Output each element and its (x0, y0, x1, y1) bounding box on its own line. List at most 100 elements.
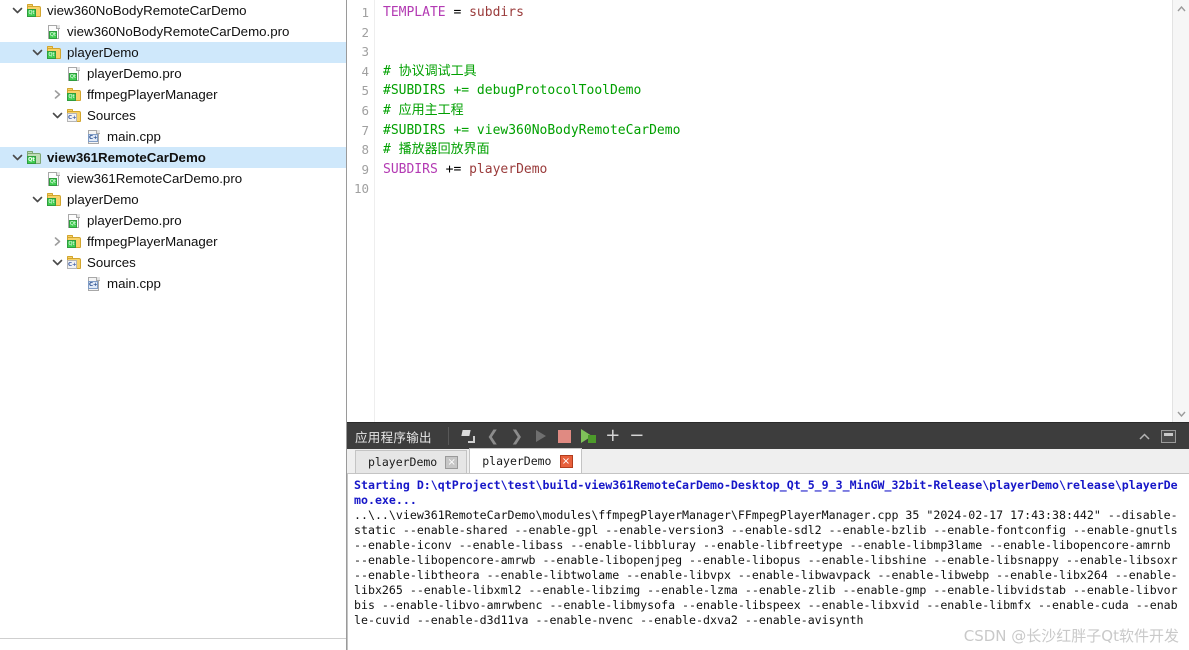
qt-creator-window: Qt view360NoBodyRemoteCarDemo Qt view360NoB… (0, 0, 1189, 650)
tree-item-view360nobodyremotecardemo-pro[interactable]: Qt view360NoBodyRemoteCarDemo.pro (0, 21, 346, 42)
cpp-sources-folder-icon: C+ (66, 108, 82, 124)
chevron-down-icon[interactable] (28, 42, 46, 63)
code-line: #SUBDIRS += view360NoBodyRemoteCarDemo (383, 121, 1172, 141)
tree-item-label: Sources (87, 255, 136, 270)
scroll-down-arrow-icon[interactable] (1173, 405, 1189, 422)
tree-item-main-cpp[interactable]: C+ main.cpp (0, 273, 346, 294)
tree-item-playerdemo[interactable]: Qt playerDemo (0, 189, 346, 210)
play-icon (535, 430, 546, 442)
tree-item-label: playerDemo.pro (87, 213, 182, 228)
output-panel-title: 应用程序输出 (355, 430, 432, 445)
zoom-in-button[interactable]: + (602, 425, 624, 447)
tree-item-sources[interactable]: C+ Sources (0, 252, 346, 273)
tree-item-playerdemo[interactable]: Qt playerDemo (0, 42, 346, 63)
broom-icon (461, 429, 476, 444)
clear-output-button[interactable] (458, 425, 480, 447)
chevron-right-icon[interactable] (48, 84, 66, 105)
scroll-up-arrow-icon[interactable] (1173, 0, 1189, 17)
code-token: #SUBDIRS += view360NoBodyRemoteCarDemo (383, 122, 681, 138)
output-tab-label: playerDemo (368, 455, 438, 469)
tree-item-view360nobodyremotecardemo[interactable]: Qt view360NoBodyRemoteCarDemo (0, 0, 346, 21)
tree-item-label: playerDemo (67, 45, 139, 60)
chevron-down-icon[interactable] (8, 0, 26, 21)
chevron-down-icon[interactable] (8, 147, 26, 168)
close-icon[interactable]: × (559, 454, 573, 468)
output-text: Starting D:\qtProject\test\build-view361… (348, 474, 1189, 650)
chevron-down-icon[interactable] (48, 252, 66, 273)
tree-item-ffmpegplayermanager[interactable]: Qt ffmpegPlayerManager (0, 84, 346, 105)
line-number: 10 (353, 181, 369, 197)
chevron-right-icon[interactable] (48, 231, 66, 252)
tree-item-main-cpp[interactable]: C+ main.cpp (0, 126, 346, 147)
code-token: subdirs (469, 5, 524, 20)
play-green-icon (581, 429, 597, 443)
chevron-down-icon[interactable] (48, 105, 66, 126)
qt-project-folder-icon: Qt (26, 3, 42, 19)
stop-button[interactable] (554, 425, 576, 447)
prev-item-button[interactable]: ❮ (482, 425, 504, 447)
zoom-out-button[interactable]: − (626, 425, 648, 447)
code-token: # 协议调试工具 (383, 63, 477, 79)
chevron-left-icon: ❮ (486, 427, 500, 445)
tree-item-label: main.cpp (107, 276, 161, 291)
code-line: #SUBDIRS += debugProtocolToolDemo (383, 81, 1172, 101)
tree-no-arrow (28, 21, 46, 42)
tree-no-arrow (68, 273, 86, 294)
tree-no-arrow (28, 168, 46, 189)
output-header-right-controls (1133, 425, 1189, 447)
qt-project-folder-icon: Qt (66, 87, 82, 103)
minimize-panel-button[interactable] (1157, 425, 1179, 447)
line-number-gutter: 1 2 3 4 5 6 7 8 9 10 (347, 0, 375, 422)
output-tab-strip[interactable]: playerDemo × playerDemo × (347, 448, 1189, 474)
tree-item-playerdemo-pro[interactable]: Qt playerDemo.pro (0, 210, 346, 231)
chevron-right-icon: ❯ (510, 427, 524, 445)
output-tab-1[interactable]: playerDemo × (355, 450, 468, 473)
tree-item-label: view361RemoteCarDemo.pro (67, 171, 243, 186)
tree-item-label: Sources (87, 108, 136, 123)
code-editor[interactable]: 1 2 3 4 5 6 7 8 9 10 TEMPLATE = subdirs # 协议调试工具 #… (347, 0, 1189, 422)
collapse-panel-button[interactable] (1133, 425, 1155, 447)
qt-project-folder-icon: Qt (46, 192, 62, 208)
qt-project-folder-active-icon: Qt (26, 150, 42, 166)
minimize-window-icon (1160, 429, 1176, 443)
output-tab-2[interactable]: playerDemo × (469, 448, 582, 473)
tree-no-arrow (48, 210, 66, 231)
code-token: TEMPLATE (383, 5, 446, 20)
tree-item-playerdemo-pro[interactable]: Qt playerDemo.pro (0, 63, 346, 84)
line-number: 8 (361, 142, 369, 158)
code-text-area[interactable]: TEMPLATE = subdirs # 协议调试工具 #SUBDIRS += d… (375, 0, 1172, 422)
rerun-button[interactable] (578, 425, 600, 447)
code-token: playerDemo (469, 161, 548, 177)
code-line: TEMPLATE = subdirs (383, 3, 1172, 23)
cpp-file-icon: C+ (86, 129, 102, 145)
code-token: #SUBDIRS += debugProtocolToolDemo (383, 83, 642, 99)
tree-item-sources[interactable]: C+ Sources (0, 105, 346, 126)
sidebar-bottom-strip (0, 638, 346, 650)
close-icon[interactable]: × (445, 455, 459, 469)
tree-item-view361remotecardemo[interactable]: Qt view361RemoteCarDemo (0, 147, 346, 168)
output-text-container[interactable]: Starting D:\qtProject\test\build-view361… (347, 474, 1189, 650)
plus-icon: + (605, 425, 621, 446)
tree-item-ffmpegplayermanager[interactable]: Qt ffmpegPlayerManager (0, 231, 346, 252)
tree-item-label: view360NoBodyRemoteCarDemo (47, 3, 247, 18)
tree-item-view361remotecardemo-pro[interactable]: Qt view361RemoteCarDemo.pro (0, 168, 346, 189)
tree-no-arrow (48, 63, 66, 84)
next-item-button[interactable]: ❯ (506, 425, 528, 447)
run-button[interactable] (530, 425, 552, 447)
project-tree-panel[interactable]: Qt view360NoBodyRemoteCarDemo Qt view360NoB… (0, 0, 347, 650)
output-tab-label: playerDemo (482, 454, 552, 468)
right-column: 1 2 3 4 5 6 7 8 9 10 TEMPLATE = subdirs # 协议调试工具 #… (347, 0, 1189, 650)
chevron-down-icon[interactable] (28, 189, 46, 210)
editor-vertical-scrollbar[interactable] (1172, 0, 1189, 422)
tree-item-label: ffmpegPlayerManager (87, 234, 218, 249)
stop-square-icon (558, 429, 572, 443)
